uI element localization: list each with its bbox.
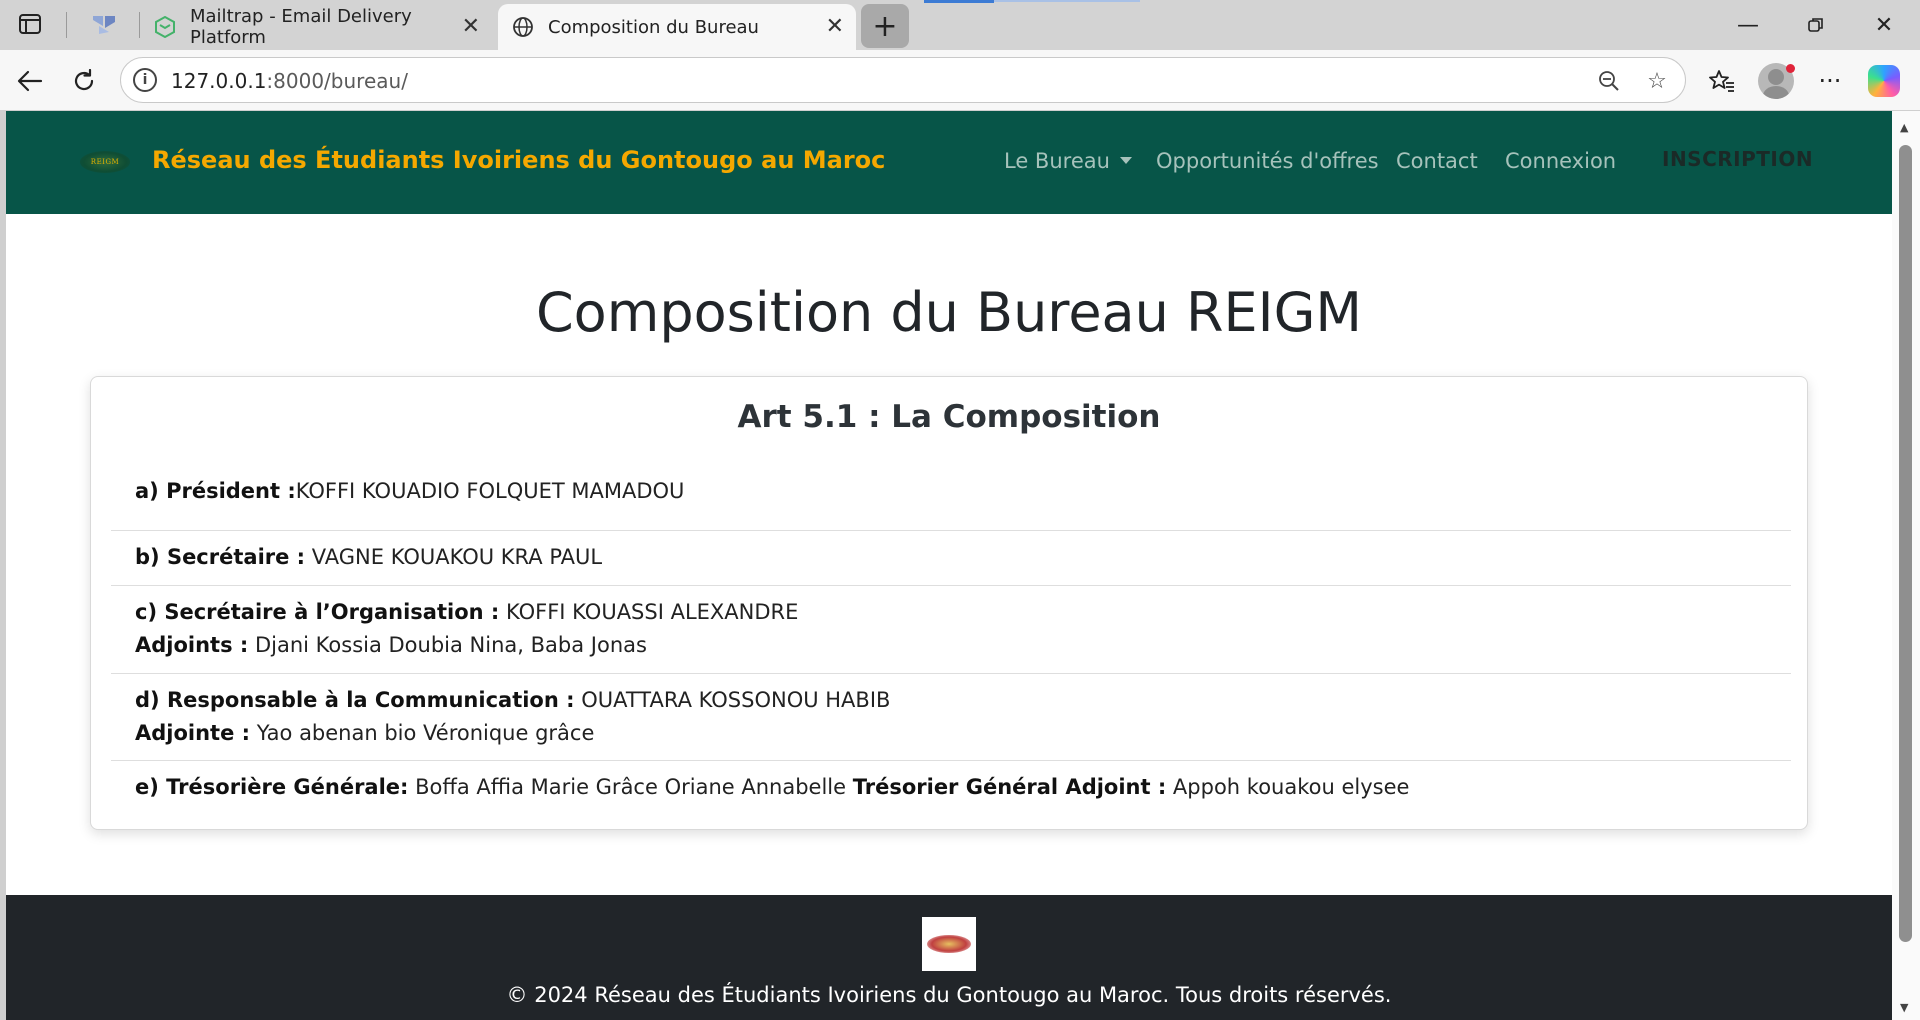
- minimize-icon[interactable]: —: [1720, 6, 1776, 44]
- address-bar[interactable]: i 127.0.0.1:8000/bureau/ ☆: [120, 57, 1686, 103]
- caret-down-icon: [1119, 156, 1132, 164]
- mailtrap-icon: [154, 16, 176, 38]
- loading-indicator: [994, 0, 1140, 2]
- card-title: Art 5.1 : La Composition: [737, 399, 1161, 435]
- workspaces-icon[interactable]: [86, 7, 122, 41]
- close-window-icon[interactable]: ✕: [1856, 6, 1912, 44]
- tab-title: Mailtrap - Email Delivery Platform: [190, 6, 412, 48]
- nav-connexion[interactable]: Connexion: [1505, 149, 1616, 173]
- list-item-tresoriere: e) Trésorière Générale: Boffa Affia Mari…: [135, 775, 1410, 799]
- footer-copyright: © 2024 Réseau des Étudiants Ivoiriens du…: [506, 983, 1392, 1007]
- site-footer: © 2024 Réseau des Étudiants Ivoiriens du…: [6, 895, 1892, 1020]
- page-title: Composition du Bureau REIGM: [535, 281, 1363, 344]
- reload-icon[interactable]: [66, 63, 102, 99]
- scrollbar-thumb[interactable]: [1899, 145, 1912, 942]
- close-tab-icon[interactable]: ✕: [462, 14, 480, 39]
- browser-toolbar: i 127.0.0.1:8000/bureau/ ☆ ···: [0, 50, 1920, 110]
- nav-inscription[interactable]: INSCRIPTION: [1662, 147, 1813, 171]
- loading-indicator: [924, 0, 994, 3]
- scroll-down-icon[interactable]: ▼: [1900, 1001, 1908, 1014]
- more-icon[interactable]: ···: [1812, 63, 1848, 99]
- list-item-communication: d) Responsable à la Communication : OUAT…: [111, 674, 1791, 761]
- tab-composition[interactable]: Composition du Bureau ✕: [498, 4, 856, 50]
- nav-contact[interactable]: Contact: [1396, 149, 1478, 173]
- restore-icon[interactable]: [1788, 6, 1844, 44]
- close-tab-icon[interactable]: ✕: [826, 14, 844, 39]
- browser-tab-bar: Mailtrap - Email Delivery Platform ✕ Com…: [0, 0, 1920, 50]
- page-scrollbar[interactable]: ▲ ▼: [1892, 111, 1920, 1020]
- composition-card: Art 5.1 : La Composition a) Président :K…: [90, 376, 1808, 830]
- globe-icon: [512, 16, 534, 38]
- list-item-president: a) Président :KOFFI KOUADIO FOLQUET MAMA…: [111, 475, 1791, 531]
- sidebar-icon[interactable]: [12, 7, 48, 41]
- nav-opportunites[interactable]: Opportunités d'offres: [1156, 149, 1379, 173]
- notification-badge: [1786, 64, 1795, 73]
- star-icon[interactable]: ☆: [1643, 67, 1671, 95]
- site-navbar: REIGM Réseau des Étudiants Ivoiriens du …: [6, 111, 1892, 214]
- list-item-organisation: c) Secrétaire à l’Organisation : KOFFI K…: [111, 586, 1791, 674]
- scroll-up-icon[interactable]: ▲: [1900, 121, 1908, 134]
- site-logo[interactable]: REIGM: [80, 151, 130, 173]
- list-item-secretaire: b) Secrétaire : VAGNE KOUAKOU KRA PAUL: [111, 531, 1791, 586]
- nav-le-bureau[interactable]: Le Bureau: [1004, 149, 1132, 173]
- copilot-icon[interactable]: [1868, 65, 1900, 97]
- tab-title: Composition du Bureau: [548, 16, 759, 38]
- url-text[interactable]: 127.0.0.1:8000/bureau/: [171, 69, 408, 93]
- site-info-icon[interactable]: i: [133, 68, 157, 92]
- favorites-icon[interactable]: [1704, 63, 1740, 99]
- site-brand[interactable]: Réseau des Étudiants Ivoiriens du Gontou…: [152, 146, 885, 174]
- zoom-out-icon[interactable]: [1595, 67, 1623, 95]
- back-arrow-icon[interactable]: [12, 63, 48, 99]
- tab-mailtrap[interactable]: Mailtrap - Email Delivery Platform ✕: [140, 4, 492, 50]
- page-viewport: REIGM Réseau des Étudiants Ivoiriens du …: [6, 111, 1892, 1020]
- footer-logo: [922, 917, 976, 971]
- new-tab-button[interactable]: +: [861, 4, 909, 48]
